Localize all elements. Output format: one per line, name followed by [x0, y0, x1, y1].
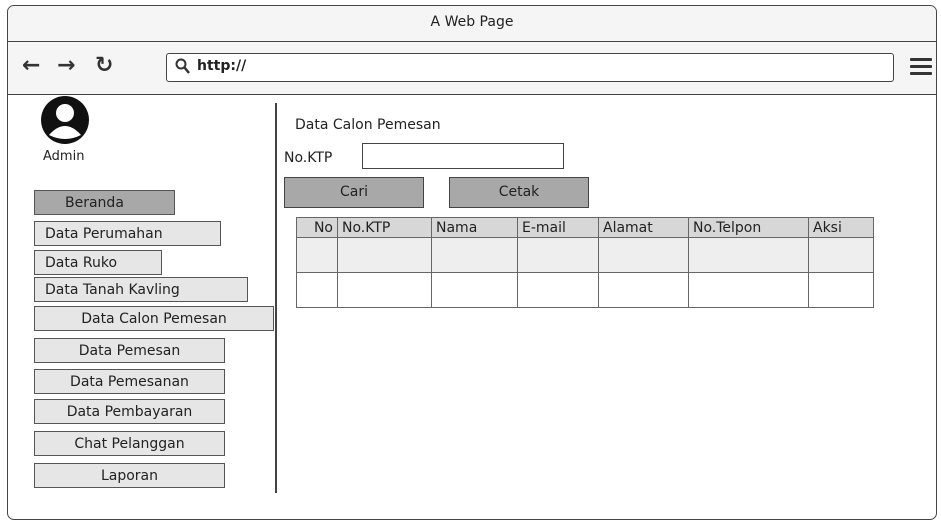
forward-arrow-icon[interactable]: → [57, 54, 75, 78]
sidebar-item-data-tanah-kavling[interactable]: Data Tanah Kavling [34, 277, 248, 302]
url-text: http:// [197, 58, 247, 74]
column-header-no: No [296, 217, 338, 238]
table-cell [431, 272, 518, 308]
table-cell [431, 237, 518, 273]
sidebar-item-data-pembayaran[interactable]: Data Pembayaran [34, 399, 225, 424]
address-bar[interactable]: http:// [166, 53, 894, 82]
ktp-label: No.KTP [284, 150, 333, 166]
user-label: Admin [43, 149, 85, 164]
back-arrow-icon[interactable]: ← [22, 54, 40, 78]
column-header-email: E-mail [517, 217, 599, 238]
table-cell [296, 272, 338, 308]
sidebar-item-beranda[interactable]: Beranda [34, 190, 175, 215]
table-row [296, 272, 874, 308]
column-header-no-ktp: No.KTP [337, 217, 432, 238]
sidebar-item-data-pemesanan[interactable]: Data Pemesanan [34, 369, 225, 394]
window-title: A Web Page [8, 6, 936, 42]
avatar-icon [41, 96, 89, 144]
table-cell [688, 272, 809, 308]
column-header-nama: Nama [431, 217, 518, 238]
table-cell [808, 237, 874, 273]
browser-toolbar: ← → ↻ http:// [8, 42, 936, 95]
table-cell [296, 237, 338, 273]
print-button[interactable]: Cetak [449, 177, 589, 208]
column-header-aksi: Aksi [808, 217, 874, 238]
hamburger-menu-icon[interactable] [910, 58, 932, 76]
sidebar-item-data-perumahan[interactable]: Data Perumahan [34, 221, 221, 246]
table-cell [808, 272, 874, 308]
table-cell [517, 237, 599, 273]
search-icon [175, 58, 190, 74]
sidebar-divider [275, 103, 277, 493]
table-cell [688, 237, 809, 273]
column-header-no-telpon: No.Telpon [688, 217, 809, 238]
sidebar-item-data-calon-pemesan[interactable]: Data Calon Pemesan [34, 306, 274, 331]
sidebar-item-chat-pelanggan[interactable]: Chat Pelanggan [34, 431, 225, 456]
table-cell [598, 272, 689, 308]
table-cell [337, 272, 432, 308]
page-title: Data Calon Pemesan [295, 117, 441, 133]
column-header-alamat: Alamat [598, 217, 689, 238]
data-table: No No.KTP Nama E-mail Alamat No.Telpon A… [296, 217, 874, 308]
reload-icon[interactable]: ↻ [95, 54, 113, 78]
sidebar-item-data-pemesan[interactable]: Data Pemesan [34, 338, 225, 363]
sidebar-item-laporan[interactable]: Laporan [34, 463, 225, 488]
table-cell [517, 272, 599, 308]
table-row [296, 237, 874, 273]
table-header-row: No No.KTP Nama E-mail Alamat No.Telpon A… [296, 217, 874, 238]
ktp-input[interactable] [362, 143, 564, 169]
sidebar-item-data-ruko[interactable]: Data Ruko [34, 250, 162, 275]
table-cell [337, 237, 432, 273]
table-cell [598, 237, 689, 273]
search-button[interactable]: Cari [284, 177, 424, 208]
